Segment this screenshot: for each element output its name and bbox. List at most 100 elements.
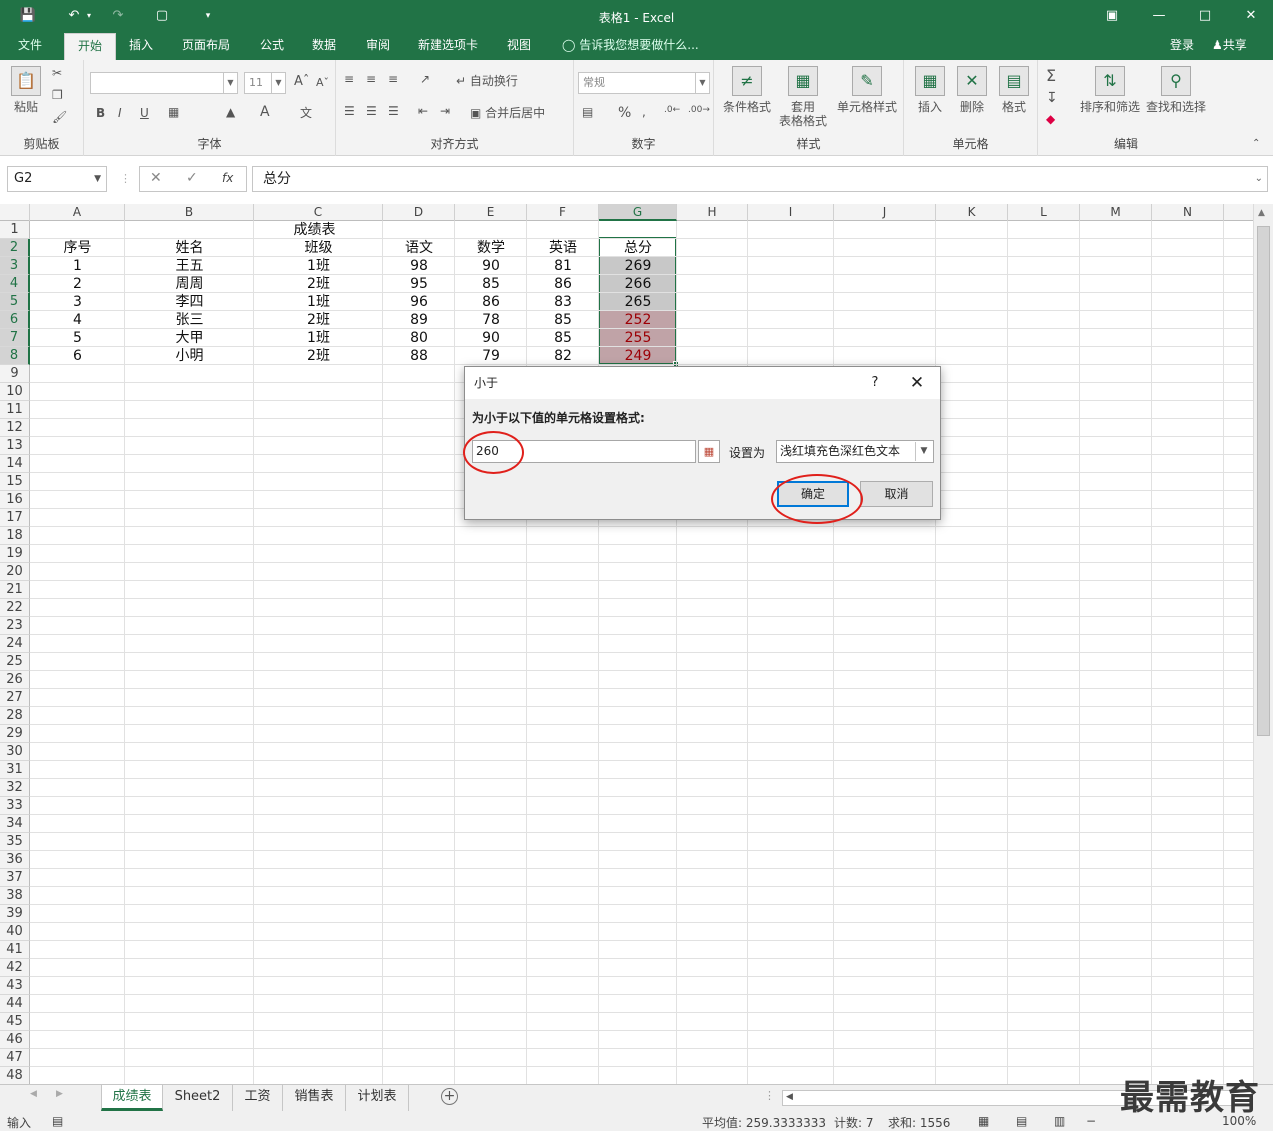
- column-header-f[interactable]: F: [527, 204, 599, 221]
- row-header[interactable]: 16: [0, 491, 30, 509]
- orientation-icon[interactable]: ↗: [420, 72, 430, 86]
- format-cells-button[interactable]: ▤ 格式: [994, 66, 1034, 114]
- cancel-icon[interactable]: ✕: [150, 170, 162, 186]
- column-header-l[interactable]: L: [1008, 204, 1080, 221]
- sheet-tab-sheet2[interactable]: Sheet2: [163, 1085, 233, 1111]
- column-header-i[interactable]: I: [748, 204, 834, 221]
- row-header[interactable]: 45: [0, 1013, 30, 1031]
- row-header[interactable]: 7: [0, 329, 30, 347]
- align-bottom-icon[interactable]: ≡: [388, 72, 398, 86]
- comma-icon[interactable]: ,: [642, 105, 646, 119]
- autosum-icon[interactable]: Σ: [1046, 66, 1056, 85]
- column-header-k[interactable]: K: [936, 204, 1008, 221]
- data-cell[interactable]: 98: [383, 257, 455, 275]
- align-middle-icon[interactable]: ≡: [366, 72, 376, 86]
- phonetic-icon[interactable]: 文: [300, 104, 312, 121]
- merge-center-button[interactable]: ▣ 合并后居中: [470, 104, 545, 121]
- splitter-dots-icon[interactable]: ⋮: [764, 1089, 775, 1102]
- row-header[interactable]: 14: [0, 455, 30, 473]
- row-header[interactable]: 43: [0, 977, 30, 995]
- row-header[interactable]: 42: [0, 959, 30, 977]
- increase-indent-icon[interactable]: ⇥: [440, 104, 450, 118]
- data-cell[interactable]: 86: [527, 275, 599, 293]
- row-header[interactable]: 28: [0, 707, 30, 725]
- row-header[interactable]: 19: [0, 545, 30, 563]
- data-cell[interactable]: 96: [383, 293, 455, 311]
- row-header[interactable]: 17: [0, 509, 30, 527]
- header-cell[interactable]: 班级: [254, 239, 383, 257]
- enter-icon[interactable]: ✓: [186, 170, 198, 186]
- data-cell[interactable]: 1班: [254, 329, 383, 347]
- data-cell[interactable]: 88: [383, 347, 455, 365]
- data-cell[interactable]: 85: [527, 311, 599, 329]
- conditional-format-button[interactable]: ≠ 条件格式: [718, 66, 776, 114]
- data-cell[interactable]: 82: [527, 347, 599, 365]
- function-icon[interactable]: fx: [222, 171, 233, 185]
- sheet-tab-plan[interactable]: 计划表: [346, 1085, 409, 1111]
- row-header[interactable]: 6: [0, 311, 30, 329]
- scroll-up-icon[interactable]: ▲: [1258, 208, 1265, 218]
- row-header[interactable]: 4: [0, 275, 30, 293]
- scroll-thumb[interactable]: [1257, 226, 1270, 736]
- format-painter-icon[interactable]: 🖌: [52, 110, 67, 124]
- data-cell[interactable]: 6: [30, 347, 125, 365]
- column-header-j[interactable]: J: [834, 204, 936, 221]
- data-cell[interactable]: 85: [455, 275, 527, 293]
- vertical-scrollbar[interactable]: ▲: [1253, 204, 1273, 1084]
- row-header[interactable]: 25: [0, 653, 30, 671]
- align-top-icon[interactable]: ≡: [344, 72, 354, 86]
- increase-decimal-icon[interactable]: .0←: [664, 105, 680, 115]
- format-select[interactable]: 浅红填充色深红色文本 ▼: [776, 440, 934, 463]
- fill-icon[interactable]: ↧: [1046, 90, 1058, 106]
- column-header-e[interactable]: E: [455, 204, 527, 221]
- header-cell[interactable]: 语文: [383, 239, 455, 257]
- data-cell[interactable]: 95: [383, 275, 455, 293]
- row-header[interactable]: 34: [0, 815, 30, 833]
- login-link[interactable]: 登录: [1170, 33, 1194, 60]
- column-header-n[interactable]: N: [1152, 204, 1224, 221]
- row-header[interactable]: 39: [0, 905, 30, 923]
- data-cell[interactable]: 79: [455, 347, 527, 365]
- data-cell[interactable]: 80: [383, 329, 455, 347]
- scroll-left-icon[interactable]: ◀: [786, 1092, 793, 1102]
- paste-button[interactable]: 📋 粘贴: [8, 66, 44, 114]
- sheet-tab-scores[interactable]: 成绩表: [101, 1085, 163, 1111]
- data-cell[interactable]: 张三: [125, 311, 254, 329]
- border-icon[interactable]: ▦: [168, 105, 179, 119]
- align-left-icon[interactable]: ☰: [344, 104, 355, 118]
- range-picker-icon[interactable]: ▦: [698, 440, 720, 463]
- dialog-close-button[interactable]: ✕: [905, 367, 929, 399]
- decrease-indent-icon[interactable]: ⇤: [418, 104, 428, 118]
- row-header[interactable]: 3: [0, 257, 30, 275]
- tab-data[interactable]: 数据: [302, 33, 346, 60]
- data-cell[interactable]: 78: [455, 311, 527, 329]
- row-header[interactable]: 5: [0, 293, 30, 311]
- tab-insert[interactable]: 插入: [119, 33, 163, 60]
- data-cell[interactable]: 2班: [254, 275, 383, 293]
- cancel-button[interactable]: 取消: [860, 481, 933, 507]
- data-cell[interactable]: 85: [527, 329, 599, 347]
- collapse-ribbon-icon[interactable]: ⌃: [1252, 138, 1260, 149]
- data-cell[interactable]: 90: [455, 257, 527, 275]
- font-size-combo[interactable]: 11 ▼: [244, 72, 286, 94]
- help-button[interactable]: ?: [865, 367, 885, 399]
- data-cell[interactable]: 1班: [254, 293, 383, 311]
- underline-button[interactable]: U: [140, 106, 149, 120]
- row-header[interactable]: 8: [0, 347, 30, 365]
- header-cell[interactable]: 序号: [30, 239, 125, 257]
- data-cell[interactable]: 3: [30, 293, 125, 311]
- chevron-down-icon[interactable]: ▼: [94, 167, 101, 191]
- column-header-g[interactable]: G: [599, 204, 677, 221]
- font-name-combo[interactable]: ▼: [90, 72, 238, 94]
- data-cell[interactable]: 1班: [254, 257, 383, 275]
- row-header[interactable]: 40: [0, 923, 30, 941]
- name-box[interactable]: G2 ▼: [7, 166, 107, 192]
- grow-font-icon[interactable]: Aˆ: [294, 74, 309, 89]
- maximize-icon[interactable]: □: [1191, 5, 1219, 27]
- macro-record-icon[interactable]: ▤: [52, 1114, 63, 1128]
- header-cell[interactable]: 姓名: [125, 239, 254, 257]
- align-center-icon[interactable]: ☰: [366, 104, 377, 118]
- row-header[interactable]: 24: [0, 635, 30, 653]
- row-header[interactable]: 41: [0, 941, 30, 959]
- close-icon[interactable]: ✕: [1237, 5, 1265, 27]
